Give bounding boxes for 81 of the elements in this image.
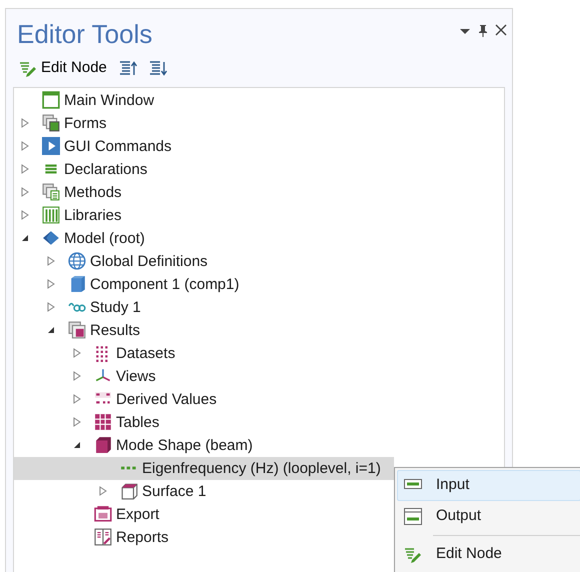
tree-row[interactable]: Views (14, 364, 156, 388)
tree-row[interactable]: Model (root) (14, 226, 145, 250)
tree-row[interactable]: Study 1 (14, 296, 141, 318)
collapsed-arrow-icon (72, 348, 82, 358)
play-icon (42, 137, 60, 155)
tree-row[interactable]: Mode Shape (beam) (14, 434, 253, 456)
collapsed-arrow-icon (20, 118, 30, 128)
collapsed-arrow-icon (46, 302, 56, 312)
close-icon[interactable] (494, 23, 508, 37)
window-icon (42, 91, 60, 109)
node-label: Global Definitions (90, 252, 208, 272)
node-label: Main Window (64, 90, 154, 110)
wireframe-cube-icon (120, 482, 138, 500)
node-label: Derived Values (116, 390, 217, 410)
expanded-arrow-icon (46, 325, 56, 335)
expanded-arrow-icon (72, 440, 82, 450)
collapsed-arrow-icon (46, 279, 56, 289)
node-label: Methods (64, 182, 122, 202)
tree-row[interactable]: Libraries (14, 204, 122, 226)
globe-icon (68, 252, 86, 270)
node-label: Surface 1 (142, 482, 206, 502)
expanded-arrow-icon (20, 233, 30, 243)
collapsed-arrow-icon (20, 210, 30, 220)
tree-row[interactable]: Methods (14, 180, 122, 204)
diamond-icon (42, 229, 60, 247)
node-label: Study 1 (90, 298, 141, 318)
tree-row[interactable]: Main Window (14, 88, 154, 112)
tree-row[interactable]: Reports (14, 526, 169, 548)
edit-node-button[interactable]: Edit Node (15, 57, 111, 80)
tree-row[interactable]: Eigenfrequency (Hz) (looplevel, i=1) (14, 456, 394, 480)
node-label: Model (root) (64, 228, 145, 248)
tree-row[interactable]: Results (14, 318, 140, 342)
cube-icon (94, 436, 112, 454)
table-icon (94, 413, 112, 431)
collapsed-arrow-icon (72, 394, 82, 404)
report-icon (94, 528, 112, 546)
collapsed-arrow-icon (46, 256, 56, 266)
number-display-icon (404, 508, 422, 526)
node-label: Declarations (64, 160, 148, 180)
pencil-lines-icon (404, 546, 422, 564)
collapsed-arrow-icon (20, 164, 30, 174)
menu-item[interactable]: Edit Node (397, 539, 580, 570)
node-label: Libraries (64, 206, 122, 226)
printer-icon (94, 505, 112, 523)
node-label: Views (116, 366, 156, 386)
tree-row[interactable]: Derived Values (14, 388, 217, 410)
stacked-windows-icon (42, 114, 60, 132)
tree-row[interactable]: Global Definitions (14, 250, 208, 272)
tree-row[interactable]: Export (14, 502, 160, 526)
tree-row[interactable]: Component 1 (comp1) (14, 272, 240, 296)
collapsed-arrow-icon (72, 371, 82, 381)
node-label: GUI Commands (64, 136, 172, 156)
node-label: Export (116, 504, 160, 524)
tree-row[interactable]: Tables (14, 410, 160, 434)
node-label: Tables (116, 412, 160, 432)
move-down-icon (148, 60, 167, 78)
pencil-lines-icon (19, 60, 37, 78)
tree-row[interactable]: Datasets (14, 342, 176, 364)
tree-row[interactable]: Surface 1 (14, 480, 206, 502)
node-label: Component 1 (comp1) (90, 274, 240, 294)
document-stack-icon (42, 183, 60, 201)
tree-row[interactable]: Declarations (14, 158, 148, 180)
collapsed-arrow-icon (20, 187, 30, 197)
collapsed-arrow-icon (20, 141, 30, 151)
node-label: Mode Shape (beam) (116, 436, 253, 456)
tree-row[interactable]: GUI Commands (14, 134, 172, 158)
node-label: Forms (64, 114, 106, 134)
panel-title: Editor Tools (16, 18, 152, 47)
node-label: Datasets (116, 344, 176, 364)
menu-item[interactable]: Input (397, 470, 580, 501)
menu-item[interactable]: Output (397, 501, 580, 532)
stacked-windows-icon (68, 321, 86, 339)
pin-icon[interactable] (476, 23, 490, 37)
move-up-icon (118, 60, 137, 78)
tree-row[interactable]: Forms (14, 112, 106, 134)
node-label: Eigenfrequency (Hz) (looplevel, i=1) (142, 458, 381, 478)
collapsed-arrow-icon (98, 486, 108, 496)
node-label: Results (90, 320, 140, 340)
node-label: Reports (116, 528, 169, 548)
books-icon (42, 206, 60, 224)
collapsed-arrow-icon (72, 417, 82, 427)
